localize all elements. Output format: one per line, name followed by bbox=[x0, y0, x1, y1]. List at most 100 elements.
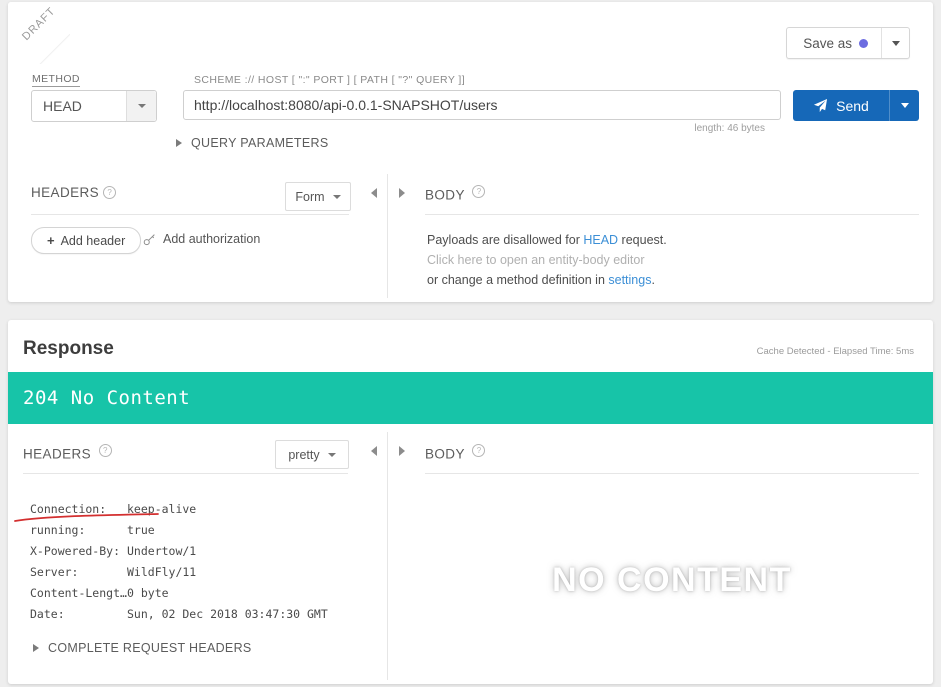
query-parameters-toggle[interactable]: QUERY PARAMETERS bbox=[176, 136, 328, 150]
response-header-value: keep-alive bbox=[127, 502, 197, 516]
help-icon[interactable]: ? bbox=[103, 186, 117, 199]
response-headers-title: HEADERS bbox=[23, 446, 92, 462]
response-panel: Response Cache Detected - Elapsed Time: … bbox=[8, 320, 933, 684]
request-panel-nav bbox=[360, 188, 416, 198]
plus-icon: + bbox=[47, 233, 55, 248]
send-label: Send bbox=[836, 97, 869, 114]
response-header-row: Server: WildFly/11 bbox=[30, 562, 328, 583]
draft-ribbon-fold bbox=[8, 2, 70, 64]
complete-request-headers-label: COMPLETE REQUEST HEADERS bbox=[48, 641, 252, 655]
method-label: METHOD bbox=[32, 73, 80, 87]
response-header-name: Content-Lengt… bbox=[30, 586, 127, 600]
response-header-name: X-Powered-By: bbox=[30, 544, 121, 558]
method-definition-message: or change a method definition in setting… bbox=[427, 270, 655, 290]
key-icon bbox=[143, 233, 155, 245]
method-select-value: HEAD bbox=[43, 98, 82, 114]
send-dropdown-button[interactable] bbox=[889, 90, 919, 121]
triangle-right-icon bbox=[399, 188, 405, 198]
help-icon[interactable]: ? bbox=[472, 185, 486, 198]
response-header-value: Sun, 02 Dec 2018 03:47:30 GMT bbox=[127, 607, 328, 621]
response-header-row: X-Powered-By: Undertow/1 bbox=[30, 541, 328, 562]
help-icon[interactable]: ? bbox=[472, 444, 486, 457]
complete-request-headers-toggle[interactable]: COMPLETE REQUEST HEADERS bbox=[33, 641, 252, 655]
add-header-label: Add header bbox=[60, 233, 126, 248]
response-body-title: BODY bbox=[425, 446, 465, 462]
url-format-label: SCHEME :// HOST [ ":" PORT ] [ PATH [ "?… bbox=[194, 74, 466, 86]
save-as-group[interactable]: Save as bbox=[786, 27, 910, 59]
triangle-right-icon bbox=[33, 644, 39, 652]
response-headers-view-value: pretty bbox=[288, 447, 320, 462]
url-length-note: length: 46 bytes bbox=[694, 123, 765, 134]
response-header-name: Server: bbox=[30, 565, 79, 579]
response-body-header: BODY ? bbox=[425, 444, 486, 462]
divider bbox=[23, 473, 348, 474]
chevron-down-icon bbox=[900, 103, 909, 108]
save-as-dropdown-button[interactable] bbox=[881, 28, 909, 58]
send-button[interactable]: Send bbox=[793, 90, 889, 121]
divider bbox=[31, 214, 349, 215]
method-select[interactable]: HEAD bbox=[31, 90, 157, 122]
settings-link[interactable]: settings bbox=[608, 273, 651, 287]
unsaved-indicator-dot bbox=[859, 38, 868, 48]
add-authorization-label: Add authorization bbox=[163, 232, 261, 246]
triangle-right-icon bbox=[399, 446, 405, 456]
request-headers-title: HEADERS bbox=[31, 185, 100, 200]
response-header-row: Date: Sun, 02 Dec 2018 03:47:30 GMT bbox=[30, 604, 328, 625]
settings-message-prefix: or change a method definition in bbox=[427, 273, 609, 287]
query-parameters-label: QUERY PARAMETERS bbox=[191, 136, 329, 150]
response-panel-nav bbox=[360, 446, 416, 456]
no-content-watermark: NO CONTENT bbox=[425, 495, 919, 665]
chevron-down-icon bbox=[332, 194, 341, 199]
response-header-name: running: bbox=[30, 523, 86, 537]
add-authorization-button[interactable]: Add authorization bbox=[143, 232, 260, 246]
request-headers-view-dropdown[interactable]: Form bbox=[285, 182, 351, 211]
response-headers-table: Connection: keep-alive running: true X-Power… bbox=[30, 499, 328, 625]
nav-next-button[interactable] bbox=[388, 446, 416, 456]
triangle-right-icon bbox=[176, 139, 182, 147]
response-header-value: true bbox=[127, 523, 155, 537]
divider bbox=[425, 473, 919, 474]
body-message-suffix: request. bbox=[618, 233, 667, 247]
divider bbox=[387, 432, 388, 680]
chevron-down-icon bbox=[891, 40, 900, 46]
chevron-down-icon bbox=[327, 452, 336, 457]
status-code-text: 204 No Content bbox=[23, 387, 191, 409]
nav-prev-button[interactable] bbox=[360, 446, 388, 456]
settings-message-suffix: . bbox=[651, 273, 655, 287]
open-entity-body-editor-link[interactable]: Click here to open an entity-body editor bbox=[427, 250, 645, 270]
send-group[interactable]: Send bbox=[793, 90, 919, 121]
response-header-value: 0 byte bbox=[127, 586, 169, 600]
response-headers-view-dropdown[interactable]: pretty bbox=[275, 440, 349, 469]
response-headers-header: HEADERS ? bbox=[23, 444, 112, 461]
cache-elapsed-note: Cache Detected - Elapsed Time: 5ms bbox=[756, 346, 914, 357]
request-body-title: BODY bbox=[425, 187, 465, 203]
response-header-name: Connection: bbox=[30, 502, 107, 516]
response-header-row: Content-Lengt… 0 byte bbox=[30, 583, 328, 604]
request-panel: DRAFT Save as METHOD HEAD SCHEME :// HOS… bbox=[8, 2, 933, 302]
head-method-link[interactable]: HEAD bbox=[583, 233, 618, 247]
help-icon[interactable]: ? bbox=[98, 444, 112, 457]
save-as-button[interactable]: Save as bbox=[787, 28, 881, 58]
draft-ribbon: DRAFT bbox=[8, 2, 70, 64]
nav-next-button[interactable] bbox=[388, 188, 416, 198]
draft-ribbon-label: DRAFT bbox=[20, 5, 58, 43]
paper-plane-icon bbox=[814, 98, 828, 113]
status-banner: 204 No Content bbox=[8, 372, 933, 424]
response-header-value: Undertow/1 bbox=[127, 544, 197, 558]
response-title: Response bbox=[23, 338, 114, 359]
response-header-name: Date: bbox=[30, 607, 65, 621]
request-headers-view-value: Form bbox=[295, 189, 325, 204]
url-input[interactable] bbox=[183, 90, 781, 120]
response-header-row: running: true bbox=[30, 520, 328, 541]
body-message-prefix: Payloads are disallowed for bbox=[427, 233, 584, 247]
divider bbox=[387, 174, 388, 298]
body-disallowed-message: Payloads are disallowed for HEAD request… bbox=[427, 230, 667, 250]
nav-prev-button[interactable] bbox=[360, 188, 388, 198]
divider bbox=[425, 214, 919, 215]
chevron-down-icon bbox=[137, 104, 146, 108]
save-as-label: Save as bbox=[803, 35, 852, 51]
no-content-watermark-label: NO CONTENT bbox=[552, 560, 792, 599]
method-select-caret[interactable] bbox=[126, 91, 156, 121]
response-header-row: Connection: keep-alive bbox=[30, 499, 328, 520]
add-header-button[interactable]: + Add header bbox=[31, 227, 142, 254]
